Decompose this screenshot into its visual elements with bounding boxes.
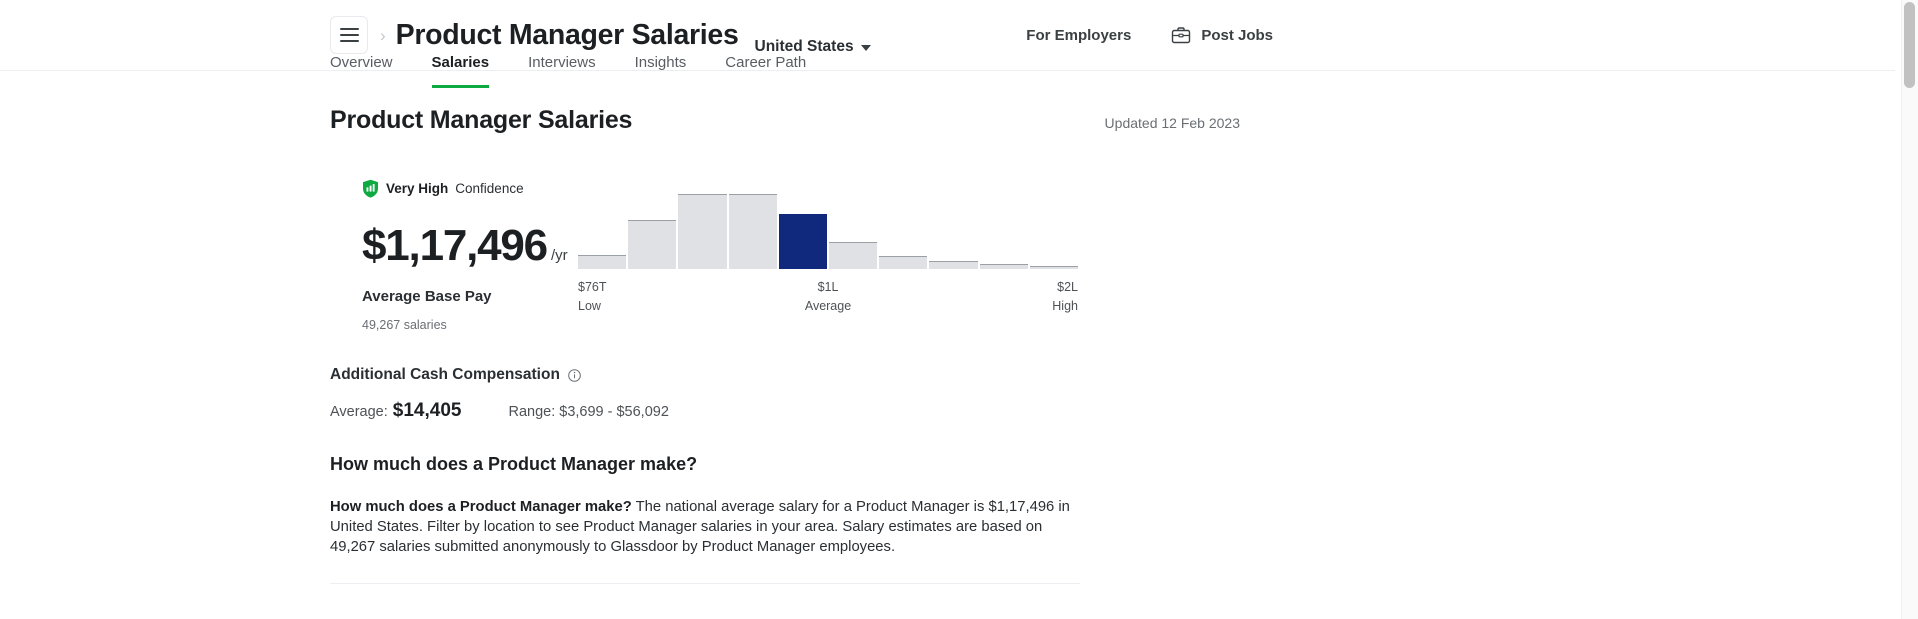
briefcase-icon: [1171, 26, 1191, 44]
hamburger-line: [339, 34, 359, 36]
additional-cash-title: Additional Cash Compensation: [330, 366, 560, 383]
cash-average-value: $14,405: [392, 400, 462, 421]
info-circle-icon[interactable]: [568, 368, 581, 382]
page-scrollbar-track[interactable]: [1901, 0, 1918, 619]
axis-tick-average-caption: Average: [804, 299, 852, 314]
distribution-bar[interactable]: [778, 213, 828, 269]
axis-tick-high-value: $2L: [1057, 280, 1078, 294]
for-employers-label: For Employers: [1026, 26, 1132, 44]
for-employers-link[interactable]: For Employers: [1026, 27, 1131, 44]
faq-body: How much does a Product Manager make? Th…: [330, 497, 1080, 557]
distribution-bar[interactable]: [578, 254, 627, 269]
tab-interviews[interactable]: Interviews: [528, 48, 596, 88]
tab-career-path[interactable]: Career Path: [725, 48, 806, 88]
distribution-bar[interactable]: [728, 194, 777, 269]
distribution-bars: [578, 187, 1079, 269]
salary-distribution-chart: $76T Low $1L Average $2L High: [578, 179, 1240, 332]
pay-period: /yr: [550, 247, 568, 264]
pay-summary-block: Very High Confidence $1,17,496 /yr Avera…: [330, 179, 1240, 332]
page-title: Product Manager Salaries: [395, 18, 739, 51]
faq-heading: How much does a Product Manager make?: [330, 454, 698, 474]
tab-salaries[interactable]: Salaries: [431, 48, 490, 88]
average-base-pay-amount: $1,17,496 /yr: [362, 221, 568, 270]
axis-tick-high-caption: High: [1052, 299, 1078, 314]
faq-question-inline: How much does a Product Manager make?: [330, 499, 632, 515]
distribution-bar[interactable]: [1029, 265, 1079, 269]
distribution-bar[interactable]: [879, 255, 928, 269]
confidence-level: Very High: [386, 181, 449, 196]
additional-cash-values: Average: $14,405 Range: $3,699 - $56,092: [330, 400, 1240, 422]
axis-tick-average-value: $1L: [817, 280, 839, 294]
hamburger-line: [339, 40, 359, 42]
confidence-suffix: Confidence: [455, 181, 524, 196]
top-header-bar: › Product Manager Salaries United States…: [0, 0, 1895, 88]
section-divider: [330, 583, 1080, 585]
salaries-count: 49,267 salaries: [362, 318, 447, 332]
additional-cash-compensation-section: Additional Cash Compensation Average: $1…: [330, 366, 1240, 422]
tab-overview[interactable]: Overview: [330, 48, 393, 88]
faq-section: How much does a Product Manager make? Ho…: [330, 454, 1240, 585]
post-jobs-link[interactable]: Post Jobs: [1171, 26, 1273, 44]
axis-tick-low: $76T Low: [578, 278, 607, 317]
nav-tabs: Overview Salaries Interviews Insights Ca…: [330, 48, 845, 88]
distribution-bar[interactable]: [929, 260, 978, 269]
cash-average-label: Average:: [330, 404, 388, 420]
axis-tick-low-caption: Low: [578, 299, 601, 314]
pay-summary-left: Very High Confidence $1,17,496 /yr Avera…: [330, 179, 568, 332]
distribution-bar[interactable]: [678, 194, 727, 269]
additional-cash-title-row: Additional Cash Compensation: [330, 366, 1240, 384]
updated-date: Updated 12 Feb 2023: [1104, 115, 1240, 131]
cash-range: Range: $3,699 - $56,092: [508, 404, 669, 420]
section-title: Product Manager Salaries: [330, 106, 633, 134]
page-scrollbar-thumb[interactable]: [1904, 2, 1915, 88]
hamburger-line: [339, 28, 359, 30]
distribution-bar[interactable]: [628, 219, 677, 269]
distribution-bar[interactable]: [979, 263, 1028, 269]
chart-axis-labels: $76T Low $1L Average $2L High: [578, 278, 1078, 318]
axis-tick-low-value: $76T: [578, 280, 607, 294]
confidence-badge: Very High Confidence: [362, 179, 556, 198]
tab-insights[interactable]: Insights: [635, 48, 687, 88]
main-content: Product Manager Salaries Updated 12 Feb …: [330, 71, 1240, 585]
post-jobs-label: Post Jobs: [1201, 26, 1273, 44]
shield-bars-icon: [362, 179, 379, 198]
average-base-pay-label: Average Base Pay: [362, 288, 492, 305]
axis-tick-average: $1L Average: [805, 278, 851, 317]
axis-tick-high: $2L High: [1052, 278, 1078, 317]
chevron-right-icon: ›: [380, 25, 386, 45]
chevron-down-icon: [860, 45, 871, 51]
pay-amount-value: $1,17,496: [362, 221, 548, 270]
distribution-bar[interactable]: [829, 242, 878, 269]
header-actions: For Employers Post Jobs: [1026, 26, 1895, 44]
